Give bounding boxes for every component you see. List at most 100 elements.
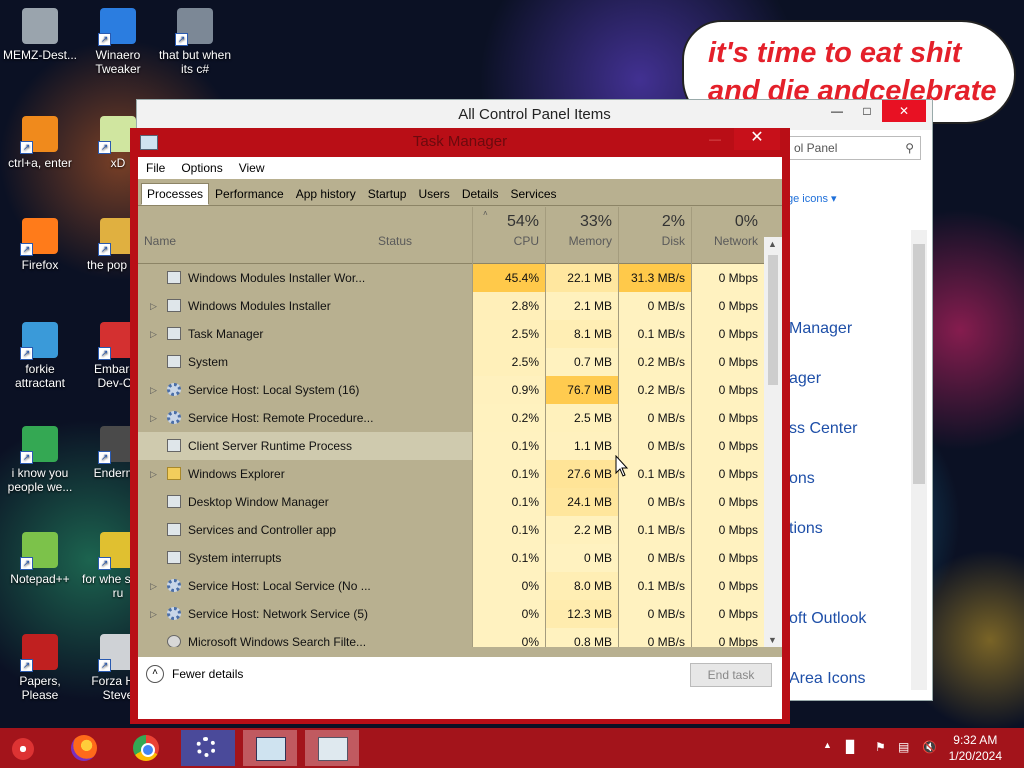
tab-processes[interactable]: Processes	[141, 183, 210, 205]
control-panel-item[interactable]: Area Icons	[789, 670, 865, 688]
process-mem: 27.6 MB	[545, 460, 618, 488]
process-net: 0 Mbps	[691, 348, 764, 376]
scroll-thumb[interactable]	[913, 244, 925, 484]
expand-arrow-icon[interactable]: ▷	[150, 460, 157, 488]
close-button[interactable]: ✕	[734, 128, 780, 150]
desktop-icon[interactable]: ↗ that but when its c#	[157, 4, 233, 76]
process-mem: 24.1 MB	[545, 488, 618, 516]
desktop-icon[interactable]: MEMZ-Dest...	[2, 4, 78, 62]
menu-options[interactable]: Options	[173, 161, 230, 175]
task-manager-window[interactable]: Task Manager — ✕ File Options View Process…	[130, 128, 790, 724]
process-mem: 76.7 MB	[545, 376, 618, 404]
desktop-icon[interactable]: ↗ Winaero Tweaker	[80, 4, 156, 76]
maximize-button[interactable]: □	[852, 100, 882, 122]
expand-arrow-icon[interactable]: ▷	[150, 376, 157, 404]
app-icon: ↗	[20, 116, 58, 154]
table-row[interactable]: ▷ Windows Explorer 0.1% 27.6 MB 0.1 MB/s 0 Mb…	[138, 460, 764, 488]
process-name: System	[188, 355, 229, 369]
expand-arrow-icon[interactable]: ▷	[150, 600, 157, 628]
control-panel-item[interactable]: Manager	[789, 320, 852, 338]
task-manager-titlebar[interactable]: Task Manager	[130, 128, 790, 156]
volume-muted-icon[interactable]: 🔇	[922, 740, 937, 754]
system-clock[interactable]: 9:32 AM 1/20/2024	[949, 732, 1002, 764]
tab-users[interactable]: Users	[412, 183, 455, 205]
control-panel-item[interactable]: ons	[789, 470, 815, 488]
scroll-down-icon[interactable]: ▼	[768, 635, 777, 645]
end-task-button[interactable]: End task	[690, 663, 772, 687]
table-row[interactable]: ▷ Windows Modules Installer 2.8% 2.1 MB 0 MB…	[138, 292, 764, 320]
table-row[interactable]: Services and Controller app 0.1% 2.2 MB 0.1…	[138, 516, 764, 544]
control-panel-item[interactable]: oft Outlook	[789, 610, 866, 628]
taskbar-settings[interactable]	[181, 730, 235, 766]
desktop-icon[interactable]: ↗ i know you people we...	[2, 422, 78, 494]
process-net: 0 Mbps	[691, 376, 764, 404]
tab-services[interactable]: Services	[505, 183, 563, 205]
desktop-icon[interactable]: ↗ Papers, Please	[2, 630, 78, 702]
shortcut-arrow-icon: ↗	[98, 141, 111, 154]
control-panel-item[interactable]: tions	[789, 520, 823, 538]
scroll-thumb[interactable]	[768, 255, 778, 385]
tab-app-history[interactable]: App history	[290, 183, 362, 205]
control-panel-item[interactable]: ss Center	[789, 420, 857, 438]
table-row[interactable]: Microsoft Windows Search Filte... 0% 0.8 M…	[138, 628, 764, 647]
table-row[interactable]: ▷ Service Host: Local System (16) 0.9% 76.7…	[138, 376, 764, 404]
process-net: 0 Mbps	[691, 488, 764, 516]
task-manager-body: File Options View Processes Performance App …	[138, 157, 782, 719]
taskbar-task-manager[interactable]	[305, 730, 359, 766]
menu-view[interactable]: View	[231, 161, 273, 175]
process-cpu: 2.5%	[472, 348, 545, 376]
taskbar-chrome[interactable]	[120, 730, 174, 766]
chrome-center	[141, 743, 155, 757]
show-hidden-icons-icon[interactable]: ▲	[823, 740, 832, 750]
taskbar-control-panel[interactable]	[243, 730, 297, 766]
tab-performance[interactable]: Performance	[209, 183, 290, 205]
expand-arrow-icon[interactable]: ▷	[150, 404, 157, 432]
expand-arrow-icon[interactable]: ▷	[150, 320, 157, 348]
network-icon[interactable]: ▉	[846, 740, 855, 754]
expand-arrow-icon[interactable]: ▷	[150, 292, 157, 320]
control-panel-item[interactable]: ager	[789, 370, 821, 388]
table-row[interactable]: ▷ Service Host: Remote Procedure... 0.2% 2.…	[138, 404, 764, 432]
table-row[interactable]: Client Server Runtime Process 0.1% 1.1 MB 0…	[138, 432, 764, 460]
tab-startup[interactable]: Startup	[362, 183, 413, 205]
taskbar-firefox[interactable]	[58, 730, 112, 766]
tab-bar: Processes Performance App history Startup Us…	[138, 179, 782, 206]
table-row[interactable]: System interrupts 0.1% 0 MB 0 MB/s 0 Mbps	[138, 544, 764, 572]
process-disk: 0 MB/s	[618, 488, 691, 516]
firefox-icon	[71, 735, 97, 761]
column-cpu[interactable]: 54% CPU	[472, 207, 545, 263]
control-panel-scrollbar[interactable]	[911, 230, 927, 690]
clock-date: 1/20/2024	[948, 749, 1002, 763]
process-mem: 1.1 MB	[545, 432, 618, 460]
view-by-dropdown[interactable]: ge icons ▾	[787, 192, 837, 205]
column-memory[interactable]: 33% Memory	[545, 207, 618, 263]
minimize-button[interactable]: —	[702, 128, 728, 150]
desktop-icon[interactable]: ↗ ctrl+a, enter	[2, 112, 78, 170]
process-net: 0 Mbps	[691, 516, 764, 544]
column-disk[interactable]: 2% Disk	[618, 207, 691, 263]
desktop-icon[interactable]: ↗ forkie attractant	[2, 318, 78, 390]
table-row[interactable]: ▷ Service Host: Network Service (5) 0% 12.3…	[138, 600, 764, 628]
start-button[interactable]	[0, 730, 50, 766]
table-row[interactable]: Desktop Window Manager 0.1% 24.1 MB 0 MB/s 0…	[138, 488, 764, 516]
table-row[interactable]: ▷ Task Manager 2.5% 8.1 MB 0.1 MB/s 0 Mbps	[138, 320, 764, 348]
table-row[interactable]: Windows Modules Installer Wor... 45.4% 22.…	[138, 264, 764, 292]
process-scrollbar[interactable]: ▲ ▼	[764, 237, 782, 647]
table-row[interactable]: ▷ Service Host: Local Service (No ... 0% 8.…	[138, 572, 764, 600]
close-button[interactable]: ✕	[882, 100, 926, 122]
network-status-icon[interactable]: ▤	[898, 740, 909, 754]
expand-arrow-icon[interactable]: ▷	[150, 572, 157, 600]
column-network[interactable]: 0% Network	[691, 207, 764, 263]
flag-icon[interactable]: ⚑	[875, 740, 886, 754]
column-name[interactable]: Name Status ˄	[138, 207, 488, 263]
control-panel-search[interactable]: ol Panel ⚲	[787, 136, 921, 160]
menu-file[interactable]: File	[138, 161, 173, 175]
minimize-button[interactable]: —	[822, 100, 852, 122]
fewer-details-button[interactable]: ˄ Fewer details	[146, 665, 243, 683]
process-mem: 2.5 MB	[545, 404, 618, 432]
scroll-up-icon[interactable]: ▲	[768, 239, 777, 249]
desktop-icon[interactable]: ↗ Firefox	[2, 214, 78, 272]
desktop-icon[interactable]: ↗ Notepad++	[2, 528, 78, 586]
tab-details[interactable]: Details	[456, 183, 505, 205]
table-row[interactable]: System 2.5% 0.7 MB 0.2 MB/s 0 Mbps	[138, 348, 764, 376]
